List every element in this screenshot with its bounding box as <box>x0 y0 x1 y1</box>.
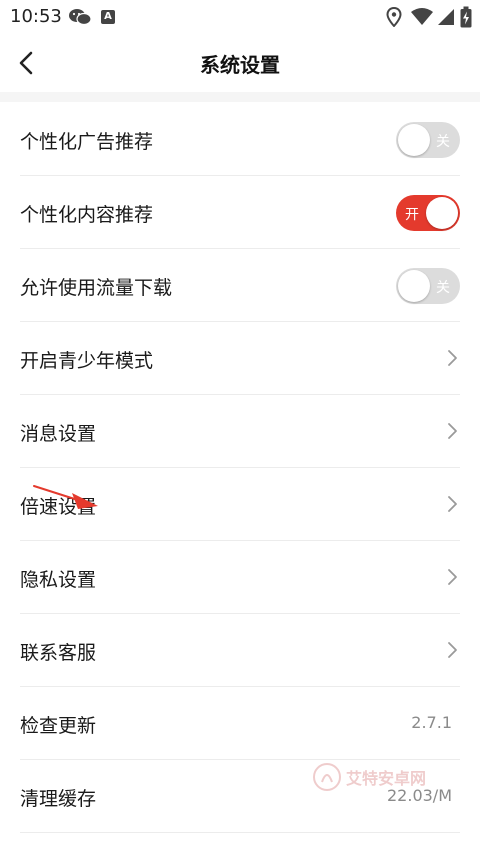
toggle-state-text: 开 <box>405 207 419 223</box>
toggle-state-text: 关 <box>436 280 450 296</box>
toggle-knob <box>398 270 430 302</box>
setting-personalized-content: 个性化内容推荐 开 <box>0 176 480 249</box>
status-time: 10:53 <box>10 6 62 27</box>
annotation-arrow-icon <box>33 485 98 509</box>
personalized-content-toggle[interactable]: 开 <box>396 195 460 231</box>
toggle-knob <box>426 197 458 229</box>
watermark-logo-icon <box>313 763 341 791</box>
setting-mobile-data-download: 允许使用流量下载 关 <box>0 249 480 322</box>
setting-label: 个性化内容推荐 <box>20 204 154 226</box>
setting-label: 允许使用流量下载 <box>20 277 173 299</box>
setting-check-update[interactable]: 检查更新 2.7.1 <box>0 687 480 760</box>
battery-charging-icon <box>460 6 472 28</box>
watermark-text: 艾特安卓网 <box>346 769 427 788</box>
wechat-icon <box>69 9 92 26</box>
signal-icon <box>438 9 454 25</box>
version-value: 2.7.1 <box>411 713 452 732</box>
chevron-right-icon <box>448 496 457 512</box>
setting-label: 开启青少年模式 <box>20 350 154 372</box>
setting-contact-support[interactable]: 联系客服 <box>0 614 480 687</box>
settings-list: 个性化广告推荐 关 个性化内容推荐 开 允许使用流量下载 关 开启青少年模式 消… <box>0 103 480 833</box>
location-icon <box>386 7 402 27</box>
status-bar: 10:53 A <box>0 0 480 34</box>
header-divider <box>0 92 480 102</box>
page-title: 系统设置 <box>200 53 280 77</box>
setting-label: 联系客服 <box>20 642 97 664</box>
wifi-icon <box>411 8 433 25</box>
mobile-data-download-toggle[interactable]: 关 <box>396 268 460 304</box>
setting-label: 检查更新 <box>20 715 97 737</box>
setting-privacy[interactable]: 隐私设置 <box>0 541 480 614</box>
app-a-icon: A <box>101 10 115 24</box>
chevron-right-icon <box>448 642 457 658</box>
setting-label: 个性化广告推荐 <box>20 131 154 153</box>
toggle-state-text: 关 <box>436 134 450 150</box>
chevron-right-icon <box>448 569 457 585</box>
watermark: 艾特安卓网 <box>312 760 442 796</box>
chevron-right-icon <box>448 423 457 439</box>
setting-label: 清理缓存 <box>20 788 97 810</box>
toggle-knob <box>398 124 430 156</box>
setting-personalized-ads: 个性化广告推荐 关 <box>0 103 480 176</box>
setting-label: 隐私设置 <box>20 569 97 591</box>
setting-teen-mode[interactable]: 开启青少年模式 <box>0 322 480 395</box>
setting-message[interactable]: 消息设置 <box>0 395 480 468</box>
setting-label: 消息设置 <box>20 423 97 445</box>
personalized-ads-toggle[interactable]: 关 <box>396 122 460 158</box>
header: 系统设置 <box>0 34 480 92</box>
chevron-right-icon <box>448 350 457 366</box>
